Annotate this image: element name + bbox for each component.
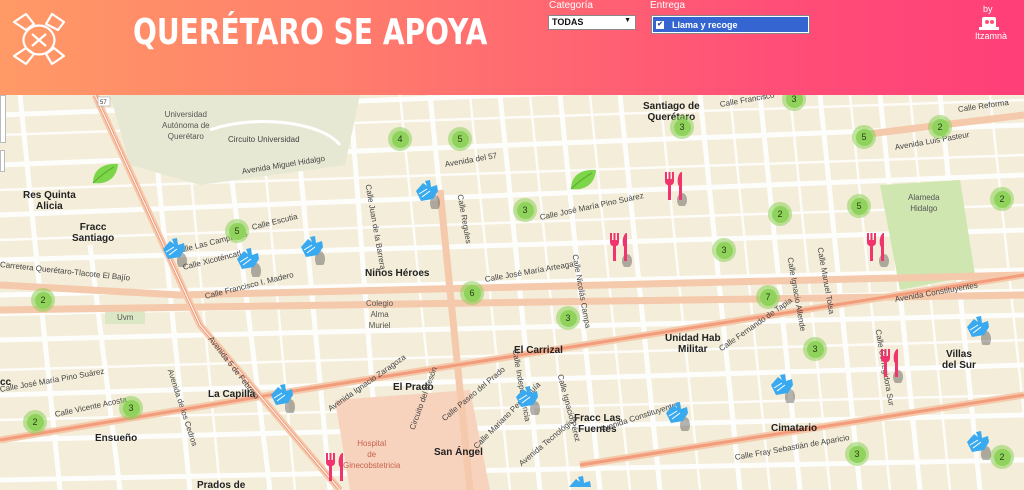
marker-cluster[interactable]: 3	[556, 306, 580, 330]
delivery-multiselect[interactable]: ✔ Llama y recoge	[651, 15, 810, 34]
place-label: Fracc Santiago	[72, 222, 115, 244]
cluster-count: 3	[715, 241, 733, 259]
place-label: El Carrizal	[514, 345, 563, 356]
delivery-label: Entrega	[650, 0, 686, 11]
leaf-marker-icon[interactable]	[90, 161, 120, 187]
helping-hands-marker-icon[interactable]	[663, 399, 693, 431]
page-title: QUERÉTARO SE APOYA	[133, 12, 488, 53]
marker-cluster[interactable]: 2	[768, 202, 792, 226]
helping-hands-marker-icon[interactable]	[413, 177, 443, 209]
delivery-option-label: Llama y recoge	[672, 19, 738, 30]
fork-knife-marker-icon[interactable]	[323, 451, 351, 487]
cluster-count: 2	[771, 205, 789, 223]
cluster-count: 3	[806, 340, 824, 358]
marker-cluster[interactable]: 2	[928, 115, 952, 139]
cluster-count: 5	[850, 197, 868, 215]
cluster-count: 2	[26, 413, 44, 431]
svg-text:57: 57	[100, 100, 107, 106]
place-label: Cimatario	[771, 423, 818, 434]
leaf-marker-icon[interactable]	[568, 167, 598, 193]
helping-hands-logo-icon	[12, 12, 66, 66]
cluster-count: 2	[993, 190, 1011, 208]
place-label: Niños Héroes	[365, 268, 430, 279]
fork-knife-marker-icon[interactable]	[607, 231, 635, 267]
place-label: Ensueño	[95, 433, 138, 444]
place-label: Unidad Hab Militar	[665, 333, 721, 355]
place-label: Res Quinta Alicia	[23, 190, 76, 212]
category-select-value: TODAS	[552, 17, 584, 27]
cluster-count: 2	[34, 291, 52, 309]
cluster-count: 3	[122, 399, 140, 417]
helping-hands-marker-icon[interactable]	[160, 235, 190, 267]
marker-cluster[interactable]: 3	[670, 115, 694, 139]
cluster-count: 5	[855, 128, 873, 146]
marker-cluster[interactable]: 5	[448, 127, 472, 151]
cluster-count: 2	[993, 448, 1011, 466]
marker-cluster[interactable]: 3	[513, 198, 537, 222]
zoom-control[interactable]	[0, 95, 6, 143]
fork-knife-marker-icon[interactable]	[878, 347, 906, 383]
cluster-count: 3	[516, 201, 534, 219]
category-select[interactable]: TODAS ▼	[548, 15, 636, 30]
marker-cluster[interactable]: 4	[388, 127, 412, 151]
helping-hands-marker-icon[interactable]	[298, 233, 328, 265]
brand-logo-icon	[979, 17, 999, 30]
helping-hands-marker-icon[interactable]	[964, 313, 994, 345]
place-label: Villas del Sur	[942, 349, 976, 371]
place-label: Universidad Autónoma de Querétaro	[162, 110, 210, 141]
fork-knife-marker-icon[interactable]	[662, 170, 690, 206]
marker-cluster[interactable]: 2	[23, 410, 47, 434]
cluster-count: 3	[785, 95, 803, 108]
zoom-control-secondary[interactable]	[0, 150, 5, 172]
app-header: QUERÉTARO SE APOYA Categoría TODAS ▼ Ent…	[0, 0, 1024, 95]
marker-cluster[interactable]: 5	[225, 219, 249, 243]
helping-hands-marker-icon[interactable]	[234, 245, 264, 277]
cluster-count: 7	[759, 288, 777, 306]
place-label: Uvm	[117, 313, 134, 322]
marker-cluster[interactable]: 5	[847, 194, 871, 218]
marker-cluster[interactable]: 2	[990, 187, 1014, 211]
place-label: Alameda Hidalgo	[908, 193, 940, 213]
marker-cluster[interactable]: 3	[712, 238, 736, 262]
helping-hands-marker-icon[interactable]	[768, 371, 798, 403]
category-label: Categoría	[549, 0, 593, 11]
marker-cluster[interactable]: 6	[460, 281, 484, 305]
helping-hands-marker-icon[interactable]	[566, 473, 596, 490]
street-network: 57	[0, 95, 1024, 490]
fork-knife-marker-icon[interactable]	[864, 231, 892, 267]
cluster-count: 3	[559, 309, 577, 327]
cluster-count: 6	[463, 284, 481, 302]
cluster-count: 3	[848, 445, 866, 463]
cluster-count: 4	[391, 130, 409, 148]
cluster-count: 2	[931, 118, 949, 136]
marker-cluster[interactable]: 2	[31, 288, 55, 312]
marker-cluster[interactable]: 3	[845, 442, 869, 466]
delivery-option[interactable]: ✔ Llama y recoge	[653, 17, 808, 32]
street-label: Circuito Universidad	[228, 135, 300, 144]
marker-cluster[interactable]: 3	[119, 396, 143, 420]
cluster-count: 3	[673, 118, 691, 136]
helping-hands-marker-icon[interactable]	[268, 381, 298, 413]
marker-cluster[interactable]: 3	[803, 337, 827, 361]
place-label: Hospital de Ginecobstetricia	[343, 439, 401, 470]
map-view[interactable]: 57 Res Quinta Alicia Fracc Santiago Niños …	[0, 95, 1024, 490]
cluster-count: 5	[228, 222, 246, 240]
helping-hands-marker-icon[interactable]	[964, 428, 994, 460]
cluster-count: 5	[451, 130, 469, 148]
marker-cluster[interactable]: 7	[756, 285, 780, 309]
by-label: by	[983, 4, 993, 14]
place-label: Prados de	[197, 480, 246, 490]
dropdown-arrow-icon: ▼	[624, 17, 631, 24]
place-label: Colegio Alma Muriel	[366, 299, 394, 330]
checkbox-checked-icon[interactable]: ✔	[656, 20, 664, 29]
brand-name: Itzamnà	[975, 31, 1008, 41]
helping-hands-marker-icon[interactable]	[513, 383, 543, 415]
marker-cluster[interactable]: 5	[852, 125, 876, 149]
